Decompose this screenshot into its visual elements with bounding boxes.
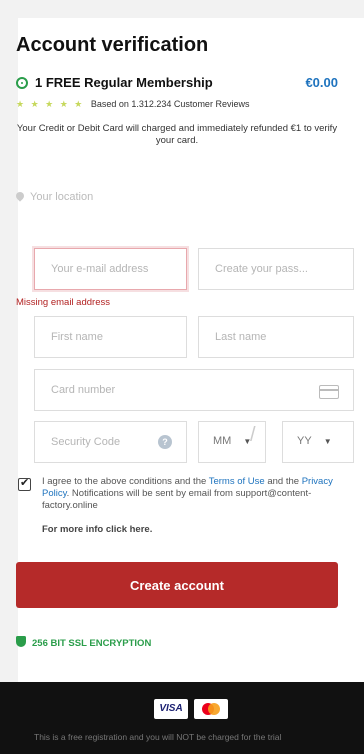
agreement-text: I agree to the above conditions and the … — [42, 476, 340, 512]
password-field-wrapper — [198, 248, 354, 290]
year-select[interactable]: YY ▼ — [282, 421, 354, 463]
agreement-text-after: . Notifications will be sent by email fr… — [42, 488, 312, 511]
star-rating-icon: ★ ★ ★ ★ ★ — [16, 99, 85, 109]
last-name-wrapper — [198, 316, 354, 358]
mastercard-orange-circle — [208, 703, 220, 715]
ssl-badge: 256 BIT SSL ENCRYPTION — [16, 636, 151, 649]
agreement-text-before: I agree to the above conditions and the — [42, 476, 209, 487]
password-field[interactable] — [199, 249, 353, 289]
location-pin-icon — [14, 190, 26, 202]
rating-row: ★ ★ ★ ★ ★ Based on 1.312.234 Customer Re… — [16, 99, 249, 110]
card-number-field[interactable] — [35, 370, 353, 410]
email-field-wrapper — [34, 248, 187, 290]
create-account-button[interactable]: Create account — [16, 562, 338, 608]
year-select-value: YY ▼ — [297, 435, 332, 447]
card-number-wrapper — [34, 369, 354, 411]
footer: VISA This is a free registration and you… — [0, 682, 364, 754]
visa-logo: VISA — [154, 699, 188, 719]
chevron-down-icon: ▼ — [323, 437, 332, 446]
rating-text: Based on 1.312.234 Customer Reviews — [90, 99, 250, 109]
credit-card-icon — [319, 385, 339, 399]
email-field[interactable] — [35, 249, 186, 289]
location-placeholder: Your location — [30, 191, 94, 203]
check-circle-icon — [16, 77, 28, 89]
last-name-field[interactable] — [199, 317, 353, 357]
question-icon[interactable]: ? — [158, 435, 172, 449]
plan-price: €0.00 — [305, 75, 338, 90]
more-info-link[interactable]: For more info click here. — [42, 524, 152, 535]
refund-notice: Your Credit or Debit Card will charged a… — [16, 123, 338, 146]
location-field[interactable]: Your location — [14, 190, 94, 203]
security-code-wrapper: ? — [34, 421, 187, 463]
terms-of-use-link[interactable]: Terms of Use — [209, 476, 265, 487]
page-title: Account verification — [16, 34, 209, 56]
agreement-checkbox[interactable] — [18, 476, 31, 491]
month-select-value: MM ▼ — [213, 435, 251, 447]
footer-note: This is a free registration and you will… — [34, 732, 282, 742]
shield-icon — [16, 636, 26, 647]
month-selected: MM — [213, 435, 232, 447]
agreement-text-mid: and the — [264, 476, 302, 487]
expiry-separator: / — [250, 424, 256, 446]
year-selected: YY — [297, 435, 312, 447]
first-name-wrapper — [34, 316, 187, 358]
ssl-label: 256 BIT SSL ENCRYPTION — [32, 638, 152, 649]
first-name-field[interactable] — [35, 317, 186, 357]
email-error-message: Missing email address — [16, 297, 110, 308]
plan-name: 1 FREE Regular Membership — [35, 75, 213, 90]
plan-row: 1 FREE Regular Membership €0.00 — [16, 75, 338, 95]
mastercard-logo — [194, 699, 228, 719]
